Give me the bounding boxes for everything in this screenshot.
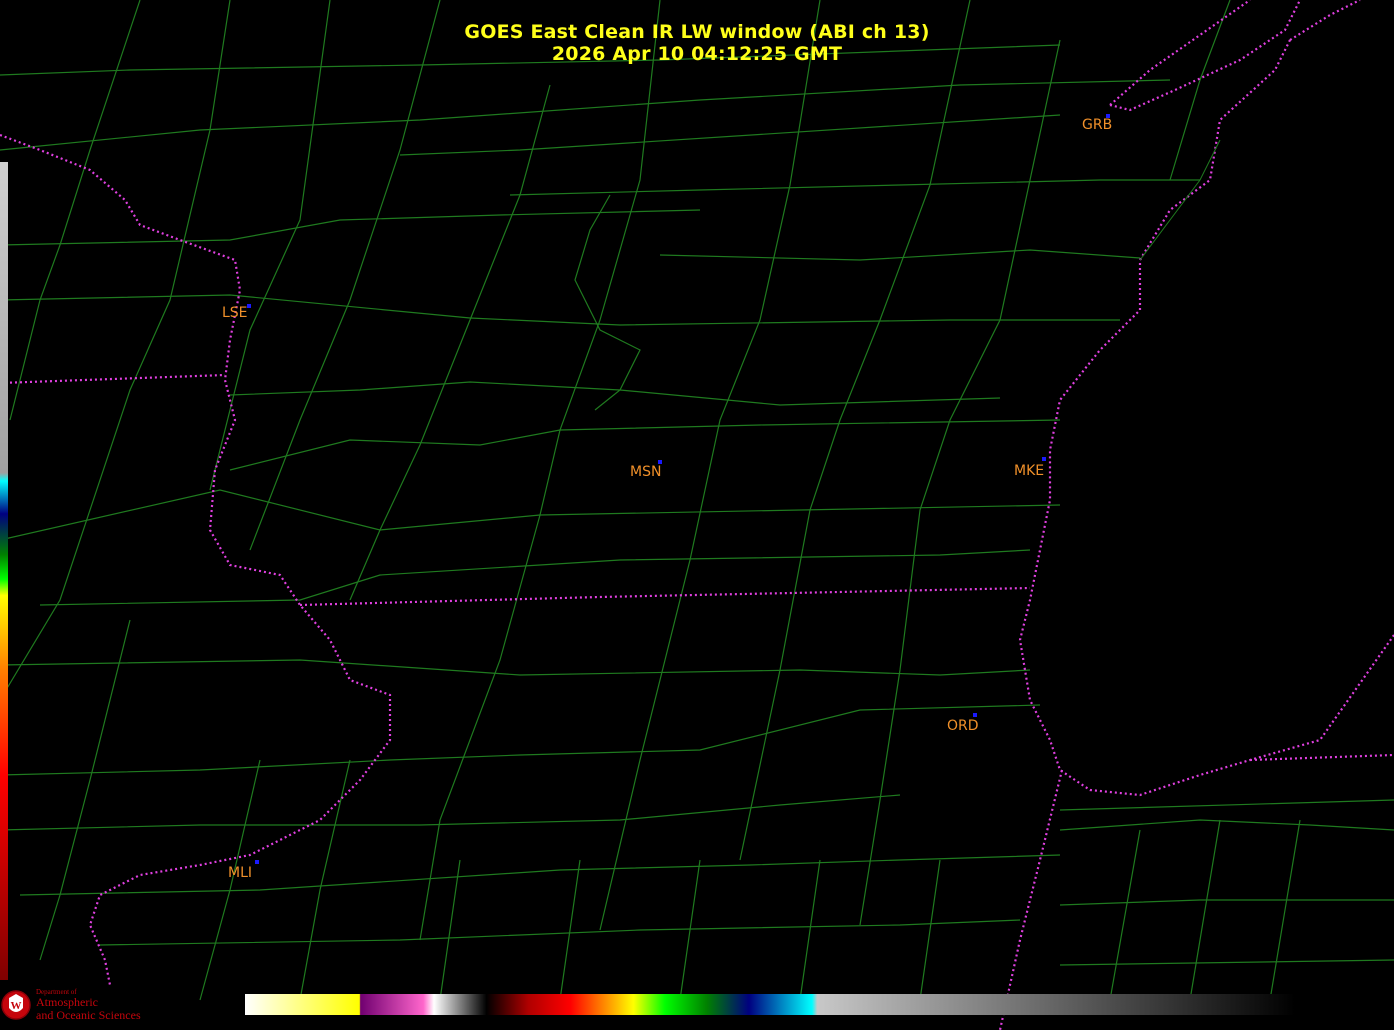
city-label-lse: LSE: [222, 305, 248, 321]
city-label-ord: ORD: [947, 718, 979, 734]
city-label-mke: MKE: [1014, 463, 1045, 479]
city-marker-lse: [247, 304, 251, 308]
city-marker-mke: [1042, 457, 1046, 461]
aos-logo: W Department of Atmospheric and Oceanic …: [1, 983, 151, 1027]
city-label-grb: GRB: [1082, 117, 1113, 133]
uw-crest-icon: W: [1, 990, 31, 1020]
svg-text:W: W: [11, 1000, 22, 1012]
map-background: [0, 0, 1394, 1030]
page-title: GOES East Clean IR LW window (ABI ch 13): [464, 21, 930, 43]
city-marker-mli: [255, 860, 259, 864]
timestamp: 2026 Apr 10 04:12:25 GMT: [551, 43, 843, 65]
vertical-color-scale: [0, 162, 8, 980]
color-scale-bar: [245, 994, 1295, 1015]
city-label-msn: MSN: [630, 464, 662, 480]
city-marker-ord: [973, 713, 977, 717]
satellite-map: [0, 0, 1394, 1030]
city-label-mli: MLI: [228, 865, 253, 881]
logo-line-2: and Oceanic Sciences: [36, 1008, 141, 1022]
